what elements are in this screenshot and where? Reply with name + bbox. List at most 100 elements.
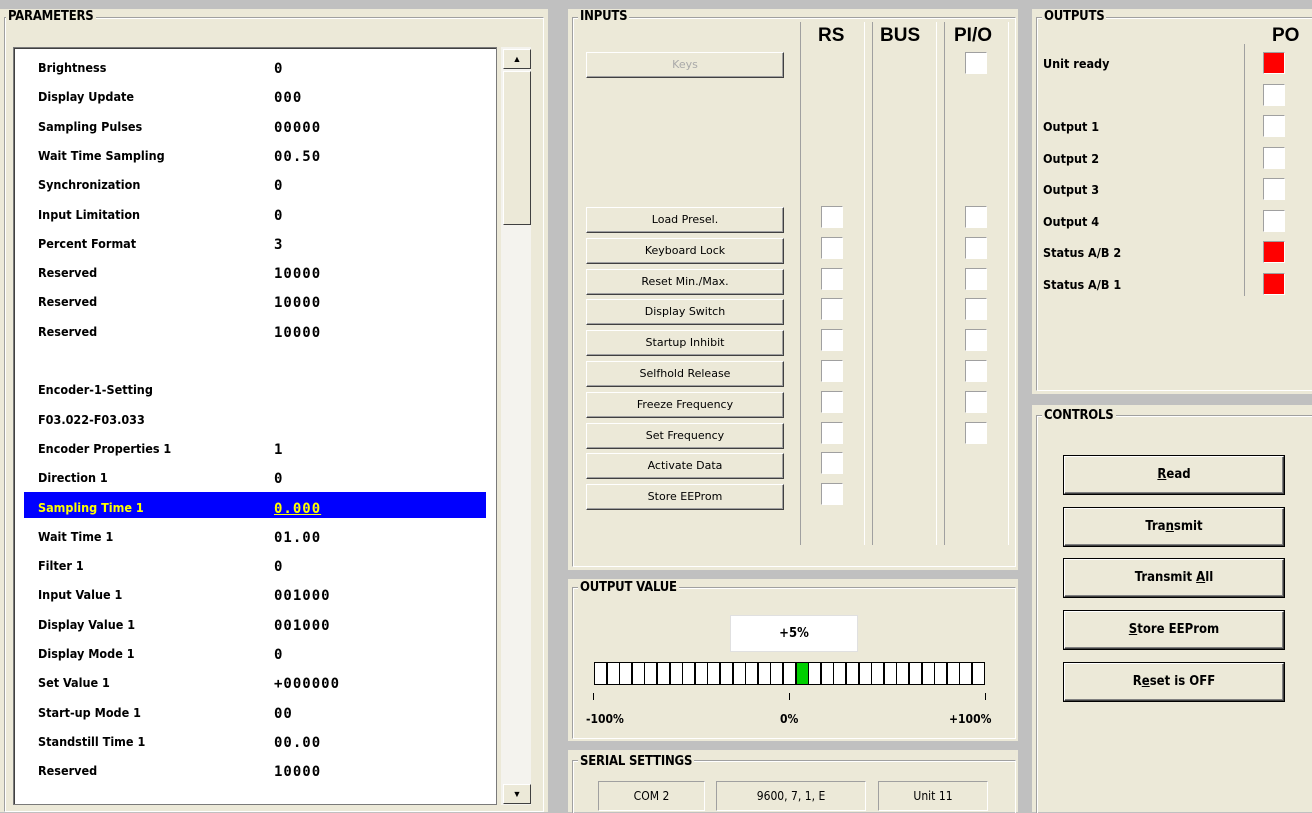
parameter-name: F03.022-F03.033 bbox=[38, 412, 145, 427]
po-indicator bbox=[1263, 52, 1285, 74]
output-label: Status A/B 1 bbox=[1043, 277, 1122, 292]
parameter-row[interactable]: Set Value 1 +000000 bbox=[24, 667, 486, 693]
parameter-row[interactable]: Percent Format 3 bbox=[24, 228, 486, 254]
parameter-row[interactable]: Display Mode 1 0 bbox=[24, 638, 486, 664]
parameter-row[interactable] bbox=[24, 345, 486, 371]
scroll-up-button[interactable]: ▲ bbox=[503, 49, 531, 69]
parameter-value: 0 bbox=[274, 178, 284, 194]
input-button[interactable]: Load Presel. bbox=[586, 207, 784, 233]
input-button[interactable]: Set Frequency bbox=[586, 423, 784, 449]
parameter-value: 00.00 bbox=[274, 735, 322, 751]
output-value-title: OUTPUT VALUE bbox=[578, 580, 679, 595]
parameter-name: Reserved bbox=[38, 763, 98, 778]
parameter-row-selected[interactable]: Sampling Time 1 0.000 bbox=[24, 492, 486, 518]
parameter-row[interactable]: Standstill Time 1 00.00 bbox=[24, 726, 486, 752]
input-button[interactable]: Reset Min./Max. bbox=[586, 269, 784, 295]
parameter-row[interactable]: Synchronization 0 bbox=[24, 169, 486, 195]
bargraph-cell bbox=[896, 662, 909, 685]
parameter-value: 0 bbox=[274, 61, 284, 77]
bargraph-cell bbox=[972, 662, 985, 685]
parameter-name: Input Value 1 bbox=[38, 587, 123, 602]
output-label: Output 3 bbox=[1043, 182, 1100, 197]
parameter-name: Set Value 1 bbox=[38, 675, 110, 690]
input-button[interactable]: Store EEProm bbox=[586, 484, 784, 510]
parameter-row[interactable]: Brightness 0 bbox=[24, 52, 486, 78]
control-button[interactable]: Store EEProm bbox=[1064, 611, 1284, 649]
parameter-row[interactable]: Reserved 10000 bbox=[24, 755, 486, 781]
parameter-row[interactable]: Display Value 1 001000 bbox=[24, 609, 486, 635]
inputs-title: INPUTS bbox=[578, 9, 630, 24]
control-button-text: Transmit bbox=[1134, 570, 1197, 585]
scroll-thumb[interactable] bbox=[503, 71, 531, 225]
parameter-value: 3 bbox=[274, 237, 284, 253]
control-button-accesskey: A bbox=[1196, 570, 1206, 585]
bargraph-cell bbox=[833, 662, 846, 685]
control-button[interactable]: Read bbox=[1064, 456, 1284, 494]
bargraph-cell bbox=[808, 662, 821, 685]
parameter-name: Wait Time Sampling bbox=[38, 148, 165, 163]
parameter-name: Encoder Properties 1 bbox=[38, 441, 172, 456]
parameter-row[interactable]: Encoder Properties 1 1 bbox=[24, 433, 486, 459]
output-value-display: +5% bbox=[730, 615, 858, 652]
output-label: Output 1 bbox=[1043, 119, 1100, 134]
parameter-row[interactable]: Reserved 10000 bbox=[24, 257, 486, 283]
serial-params: 9600, 7, 1, E bbox=[716, 781, 866, 811]
pio-indicator bbox=[965, 298, 987, 320]
parameter-row[interactable]: Reserved 10000 bbox=[24, 286, 486, 312]
pio-indicator bbox=[965, 391, 987, 413]
parameter-name: Display Mode 1 bbox=[38, 646, 135, 661]
parameter-value: 001000 bbox=[274, 618, 331, 634]
control-button-accesskey: n bbox=[1165, 519, 1174, 534]
control-button-text: set is OFF bbox=[1149, 674, 1216, 689]
parameter-name: Sampling Pulses bbox=[38, 119, 143, 134]
input-button[interactable]: Freeze Frequency bbox=[586, 392, 784, 418]
bus-column bbox=[872, 22, 937, 545]
bargraph-cell bbox=[846, 662, 859, 685]
control-button[interactable]: Reset is OFF bbox=[1064, 663, 1284, 701]
input-button[interactable]: Selfhold Release bbox=[586, 361, 784, 387]
rs-indicator bbox=[821, 206, 843, 228]
parameter-row[interactable]: Wait Time Sampling 00.50 bbox=[24, 140, 486, 166]
parameter-value: 10000 bbox=[274, 325, 322, 341]
parameter-row[interactable]: Input Value 1 001000 bbox=[24, 579, 486, 605]
pio-indicator bbox=[965, 268, 987, 290]
keys-button[interactable]: Keys bbox=[586, 52, 784, 78]
parameter-row[interactable]: Filter 1 0 bbox=[24, 550, 486, 576]
parameter-row[interactable]: Sampling Pulses 00000 bbox=[24, 111, 486, 137]
parameter-name: Direction 1 bbox=[38, 470, 108, 485]
scroll-down-button[interactable]: ▼ bbox=[503, 784, 531, 804]
control-button[interactable]: Transmit All bbox=[1064, 559, 1284, 597]
input-button[interactable]: Startup Inhibit bbox=[586, 330, 784, 356]
parameter-value: 00 bbox=[274, 706, 293, 722]
parameter-value: 0 bbox=[274, 647, 284, 663]
control-button[interactable]: Transmit bbox=[1064, 508, 1284, 546]
parameter-name: Start-up Mode 1 bbox=[38, 705, 141, 720]
pio-indicator bbox=[965, 329, 987, 351]
parameter-name: Wait Time 1 bbox=[38, 529, 114, 544]
parameter-value: 10000 bbox=[274, 266, 322, 282]
parameter-value: +000000 bbox=[274, 676, 341, 692]
parameter-row[interactable]: Direction 1 0 bbox=[24, 462, 486, 488]
bargraph-cell bbox=[682, 662, 695, 685]
control-button-accesskey: S bbox=[1128, 622, 1138, 637]
parameter-scrollbar[interactable]: ▲ ▼ bbox=[501, 47, 531, 805]
rs-indicator bbox=[821, 329, 843, 351]
parameter-value: 0.000 bbox=[274, 501, 322, 517]
input-button[interactable]: Activate Data bbox=[586, 453, 784, 479]
parameter-row[interactable]: Reserved 10000 bbox=[24, 316, 486, 342]
bargraph-cell bbox=[594, 662, 607, 685]
parameter-row[interactable]: Display Update 000 bbox=[24, 81, 486, 107]
rs-indicator bbox=[821, 391, 843, 413]
tick-mid bbox=[789, 693, 790, 700]
input-button[interactable]: Keyboard Lock bbox=[586, 238, 784, 264]
output-label: Output 2 bbox=[1043, 151, 1100, 166]
parameter-row[interactable]: Start-up Mode 1 00 bbox=[24, 697, 486, 723]
parameter-row[interactable]: Encoder-1-Setting bbox=[24, 374, 486, 400]
po-indicator bbox=[1263, 273, 1285, 295]
po-column-divider bbox=[1244, 44, 1245, 296]
input-button[interactable]: Display Switch bbox=[586, 299, 784, 325]
rs-indicator bbox=[821, 237, 843, 259]
parameter-row[interactable]: Wait Time 1 01.00 bbox=[24, 521, 486, 547]
parameter-row[interactable]: Input Limitation 0 bbox=[24, 199, 486, 225]
parameter-row[interactable]: F03.022-F03.033 bbox=[24, 404, 486, 430]
